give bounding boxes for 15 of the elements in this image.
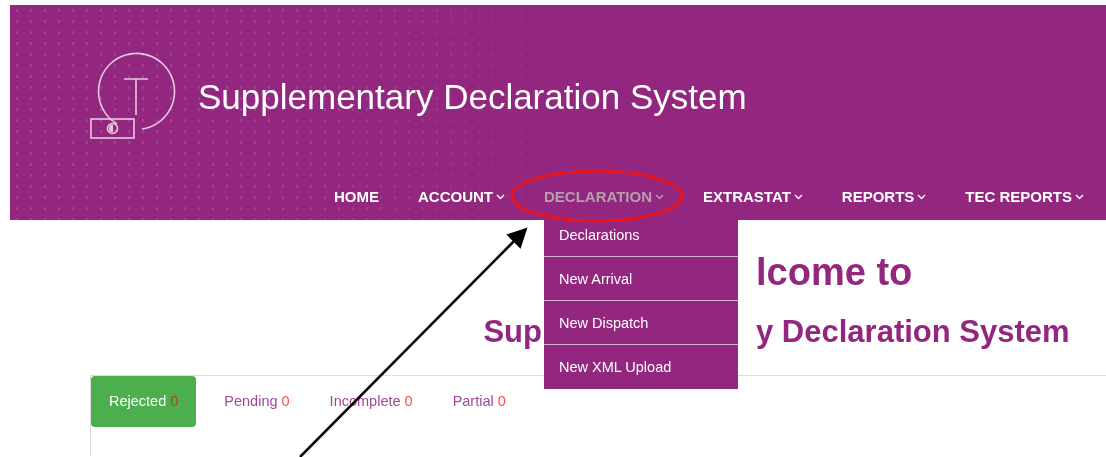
welcome-heading: Sup: [483, 312, 543, 350]
menu-item[interactable]: New Dispatch: [543, 301, 738, 345]
status-tab[interactable]: Pending 0: [204, 375, 310, 427]
nav-link[interactable]: EXTRASTAT: [703, 188, 803, 205]
nav-link[interactable]: HOME: [333, 188, 379, 205]
nav-link[interactable]: REPORTS: [841, 188, 927, 205]
menu-item[interactable]: New Arrival: [543, 257, 738, 301]
menu-item[interactable]: Declarations: [543, 213, 738, 257]
nav-link[interactable]: TEC REPORTS: [965, 188, 1084, 205]
welcome-heading: lcome to: [755, 250, 913, 295]
app-title: Supplementary Declaration System: [198, 77, 747, 117]
welcome-heading: y Declaration System: [755, 312, 1070, 350]
menu-item[interactable]: New XML Upload: [543, 345, 738, 389]
nav-link[interactable]: ACCOUNT: [417, 188, 505, 205]
status-tab[interactable]: Partial 0: [432, 375, 526, 427]
